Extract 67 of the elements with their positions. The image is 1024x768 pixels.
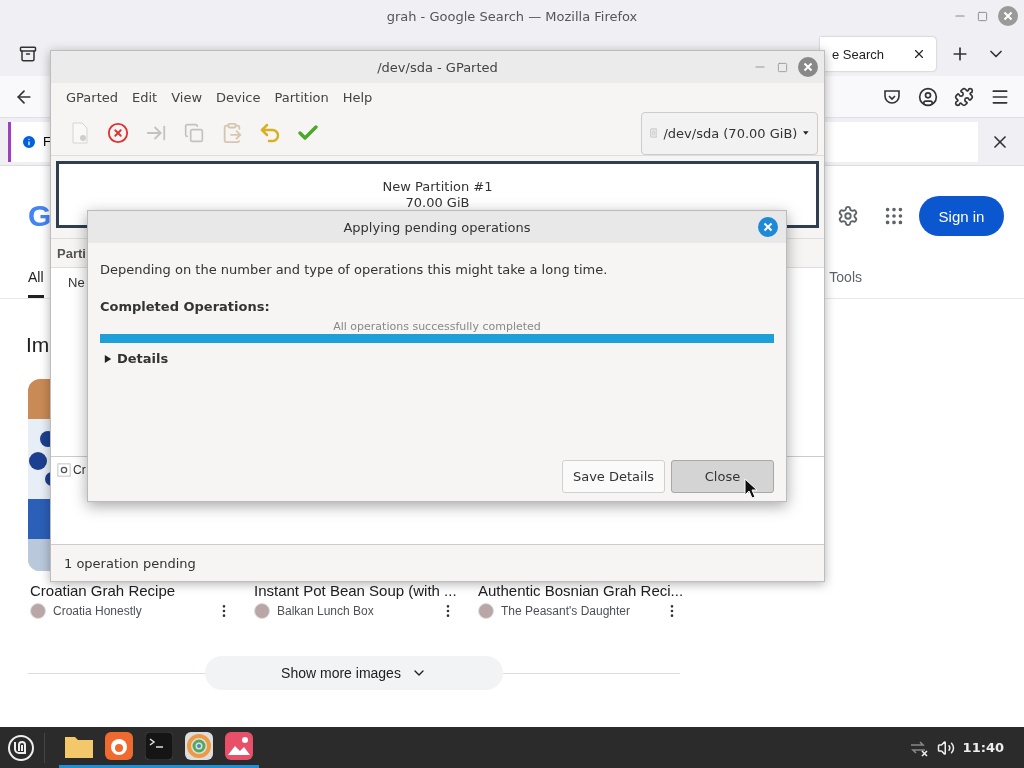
browser-tab[interactable]: e Search (820, 37, 936, 71)
info-icon (21, 133, 37, 150)
close-icon[interactable] (912, 47, 926, 61)
source-avatar-icon (254, 603, 270, 619)
section-label: Completed Operations: (100, 299, 271, 314)
partition-size: 70.00 GiB (405, 194, 470, 211)
details-expander[interactable]: Details (117, 351, 169, 366)
extensions-icon[interactable] (954, 86, 974, 107)
source-avatar-icon (478, 603, 494, 619)
logo: G (28, 199, 52, 233)
menu-item[interactable]: Partition (267, 89, 336, 105)
result-title[interactable]: Authentic Bosnian Grah Reci... (478, 582, 684, 599)
notification-text: F (43, 134, 51, 149)
apps-icon[interactable] (883, 205, 905, 227)
operation-icon (57, 463, 71, 477)
source-name: The Peasant's Daughter (501, 604, 631, 618)
menu-logo-icon[interactable] (7, 733, 35, 762)
account-icon[interactable] (918, 86, 938, 107)
copy-icon (184, 123, 204, 143)
clock[interactable]: 11:40 (962, 740, 1004, 755)
tab-list-icon[interactable] (19, 45, 37, 63)
result-title[interactable]: Instant Pot Bean Soup (with ... (254, 582, 457, 599)
result-title[interactable]: Croatian Grah Recipe (30, 582, 176, 599)
menu-item[interactable]: GParted (59, 89, 125, 105)
new-document-icon (70, 122, 90, 144)
image-viewer-icon[interactable] (225, 732, 253, 760)
source-name: Croatia Honestly (53, 604, 142, 618)
search-tab[interactable]: Tools (829, 258, 862, 298)
dialog-button[interactable]: Save Details (562, 460, 665, 493)
volume-icon[interactable] (936, 738, 955, 757)
expander-arrow-icon[interactable] (104, 353, 112, 364)
progress-status: All operations successfully completed (332, 320, 542, 333)
tab-title: e Search (832, 46, 885, 62)
pocket-icon[interactable] (883, 87, 901, 106)
menu-item[interactable]: Help (335, 89, 380, 105)
close-button[interactable] (758, 217, 778, 237)
terminal-icon[interactable] (145, 732, 173, 760)
close-button[interactable] (998, 6, 1018, 26)
mouse-pointer-icon (744, 478, 758, 499)
disc-icon[interactable] (185, 732, 213, 760)
sign-in-button[interactable]: Sign in (919, 196, 1004, 236)
dropdown-arrow-icon (803, 129, 809, 137)
dialog-button[interactable]: Close (671, 460, 774, 493)
section-heading: Im (26, 333, 50, 358)
show-more-button[interactable]: Show more images (205, 656, 503, 690)
window-title: grah - Google Search — Mozilla Firefox (386, 8, 638, 24)
device-selector[interactable]: /dev/sda (70.00 GiB) (641, 111, 818, 155)
menu-item[interactable]: View (164, 89, 210, 105)
partition-name: New Partition #1 (382, 178, 493, 195)
search-tab[interactable]: All (28, 258, 44, 298)
menu-item[interactable]: Edit (125, 89, 165, 105)
partition-cell: Ne (68, 275, 85, 290)
paste-icon (221, 122, 243, 144)
source-name: Balkan Lunch Box (277, 604, 374, 618)
source-avatar-icon (30, 603, 46, 619)
operation-text: Cr (73, 463, 86, 477)
browser-icon[interactable] (105, 732, 133, 760)
status-text: 1 operation pending (64, 555, 196, 571)
delete-icon (107, 122, 129, 144)
dialog-message: Depending on the number and type of operations this might take a long time. (100, 262, 609, 277)
network-disconnected-icon[interactable] (908, 738, 929, 757)
undo-icon (258, 121, 282, 145)
column-header: Parti (57, 245, 86, 261)
close-button[interactable] (798, 57, 818, 77)
menu-item[interactable]: Device (209, 89, 268, 105)
window-title: /dev/sda - GParted (377, 59, 498, 75)
settings-icon[interactable] (837, 205, 859, 227)
